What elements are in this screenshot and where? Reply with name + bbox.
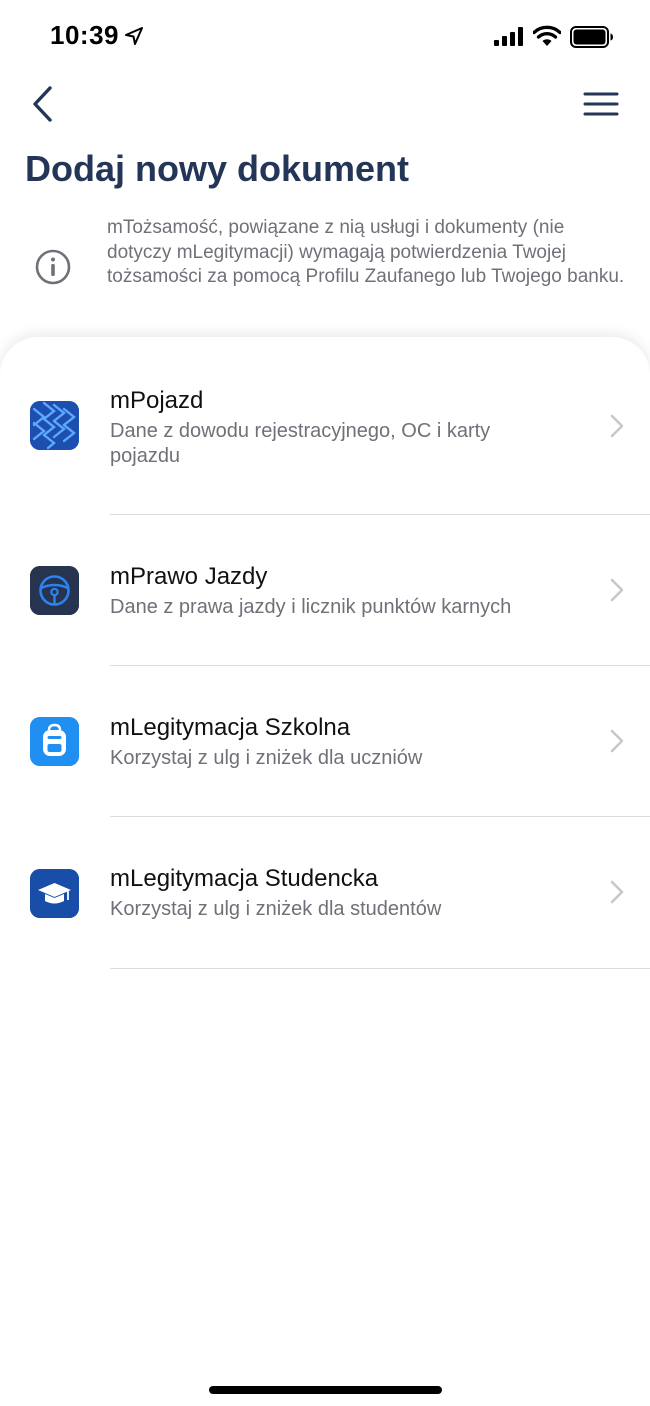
document-list: mPojazd Dane z dowodu rejestracyjnego, O… — [0, 337, 650, 1406]
info-box: mTożsamość, powiązane z nią usługi i dok… — [0, 216, 650, 321]
page-title: Dodaj nowy dokument — [25, 148, 410, 189]
hamburger-menu-icon — [583, 92, 619, 116]
steering-wheel-icon — [30, 566, 79, 615]
list-item-mlegitymacja-studencka[interactable]: mLegitymacja Studencka Korzystaj z ulg i… — [0, 817, 650, 968]
wifi-icon — [533, 25, 561, 46]
list-item-title: mLegitymacja Studencka — [110, 865, 379, 892]
cellular-signal-icon — [494, 27, 523, 46]
menu-button[interactable] — [578, 84, 624, 124]
location-arrow-icon — [125, 27, 143, 45]
list-item-mpojazd[interactable]: mPojazd Dane z dowodu rejestracyjnego, O… — [0, 337, 650, 515]
info-text: mTożsamość, powiązane z nią usługi i dok… — [107, 217, 625, 287]
back-button[interactable] — [20, 82, 64, 126]
battery-icon — [570, 26, 613, 48]
chevron-right-icon — [610, 880, 624, 904]
list-item-description: Korzystaj z ulg i zniżek dla uczniów — [110, 747, 423, 769]
list-item-title: mLegitymacja Szkolna — [110, 714, 351, 741]
chevron-right-icon — [610, 414, 624, 438]
list-item-description: Korzystaj z ulg i zniżek dla studentów — [110, 898, 442, 920]
home-indicator[interactable] — [209, 1386, 442, 1394]
list-item-mprawo-jazdy[interactable]: mPrawo Jazdy Dane z prawa jazdy i liczni… — [0, 515, 650, 665]
tire-tread-icon — [30, 401, 79, 450]
list-item-mlegitymacja-szkolna[interactable]: mLegitymacja Szkolna Korzystaj z ulg i z… — [0, 666, 650, 817]
list-item-description: Dane z prawa jazdy i licznik punktów kar… — [110, 596, 512, 618]
chevron-left-icon — [33, 86, 52, 122]
chevron-right-icon — [610, 578, 624, 602]
info-circle-icon — [35, 249, 71, 285]
list-item-description: Dane z dowodu rejestracyjnego, OC i kart… — [110, 420, 491, 467]
divider — [110, 968, 650, 969]
chevron-right-icon — [610, 729, 624, 753]
status-bar: 10:39 — [0, 0, 650, 72]
status-time: 10:39 — [50, 20, 119, 50]
backpack-icon — [30, 717, 79, 766]
list-item-title: mPrawo Jazdy — [110, 563, 268, 590]
list-item-title: mPojazd — [110, 387, 204, 414]
graduation-cap-icon — [30, 869, 79, 918]
